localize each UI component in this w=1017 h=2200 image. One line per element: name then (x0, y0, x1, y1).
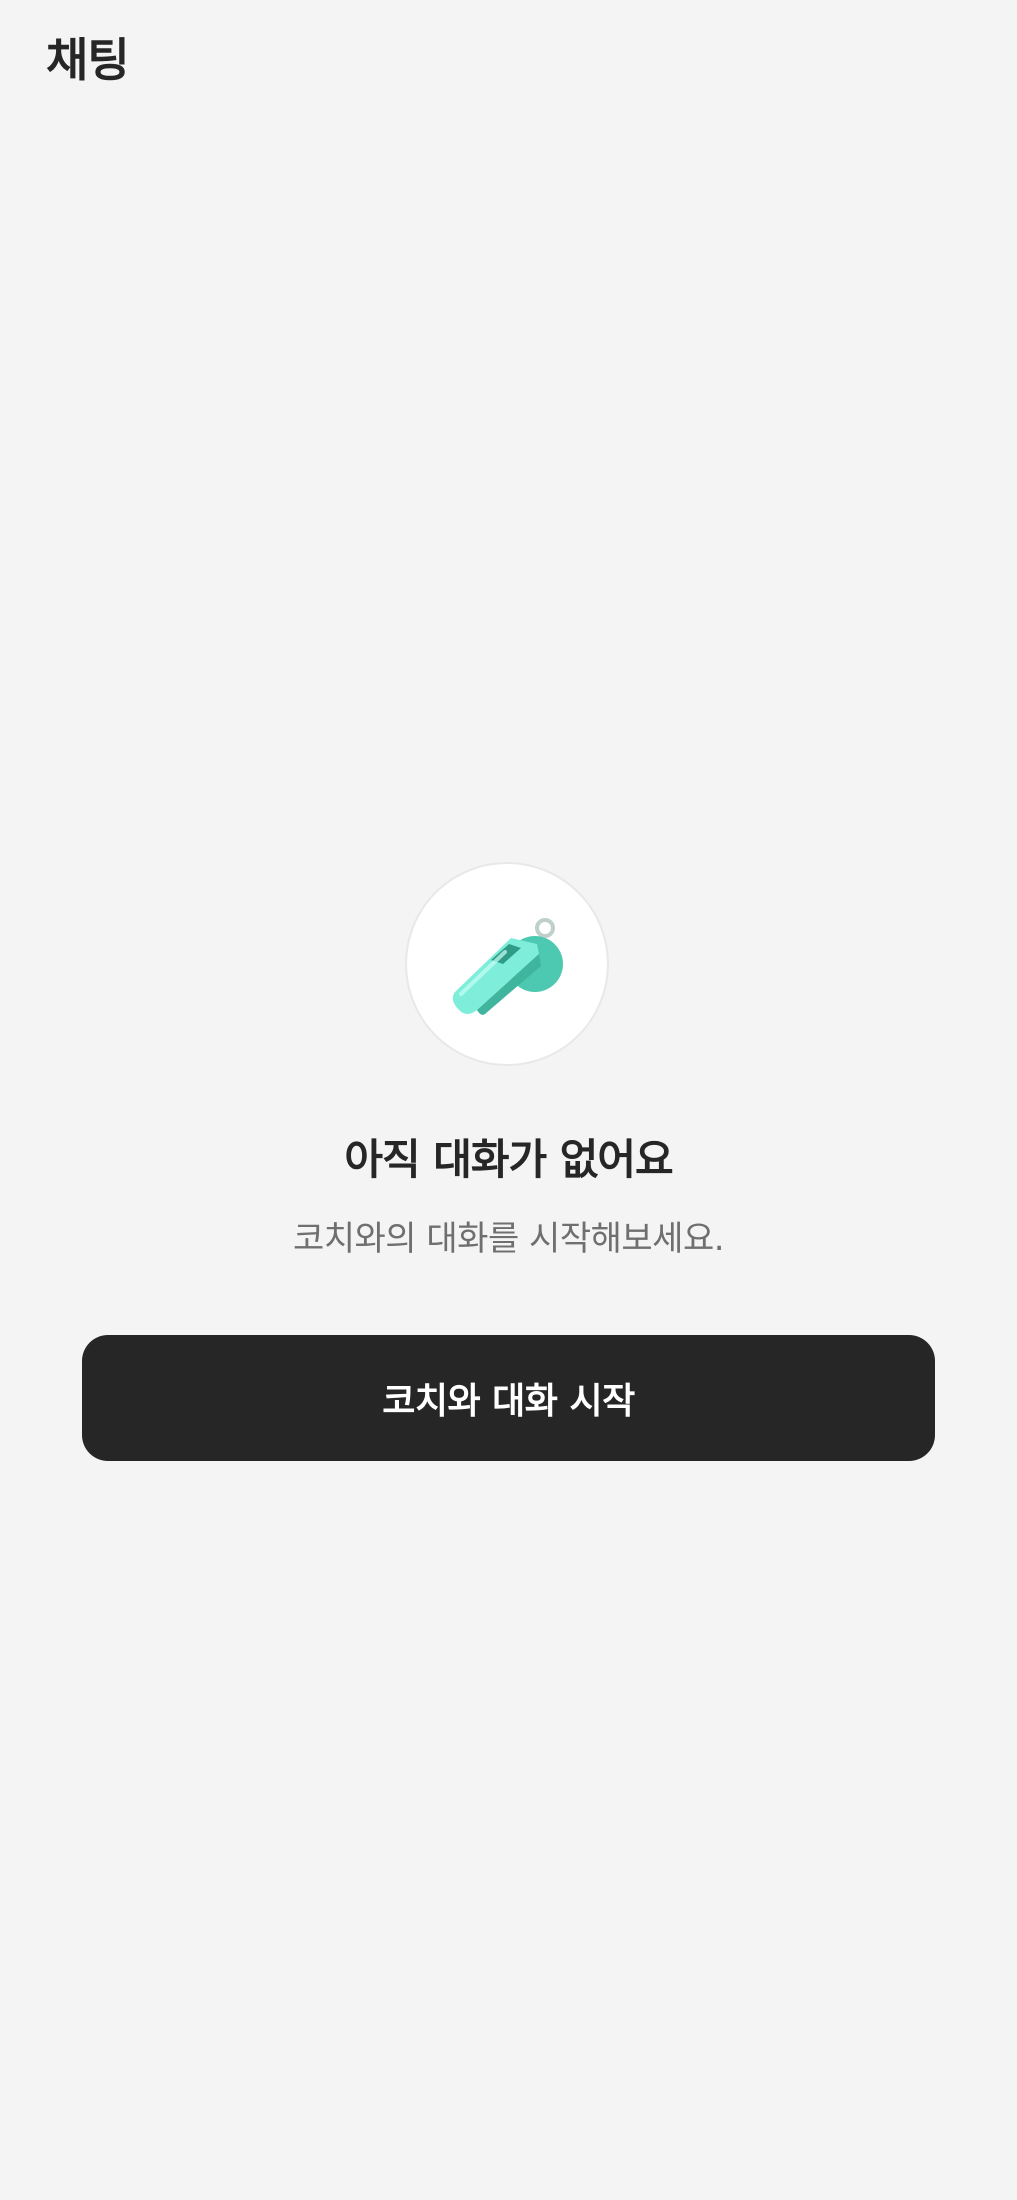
empty-state-title: 아직 대화가 없어요 (344, 1135, 673, 1184)
page-title: 채팅 (46, 33, 130, 87)
header: 채팅 (0, 0, 1017, 120)
start-coach-chat-button[interactable]: 코치와 대화 시작 (82, 1335, 935, 1461)
empty-state-subtitle: 코치와의 대화를 시작해보세요. (292, 1219, 725, 1259)
whistle-icon (452, 918, 563, 1015)
whistle-icon-container (405, 862, 609, 1066)
